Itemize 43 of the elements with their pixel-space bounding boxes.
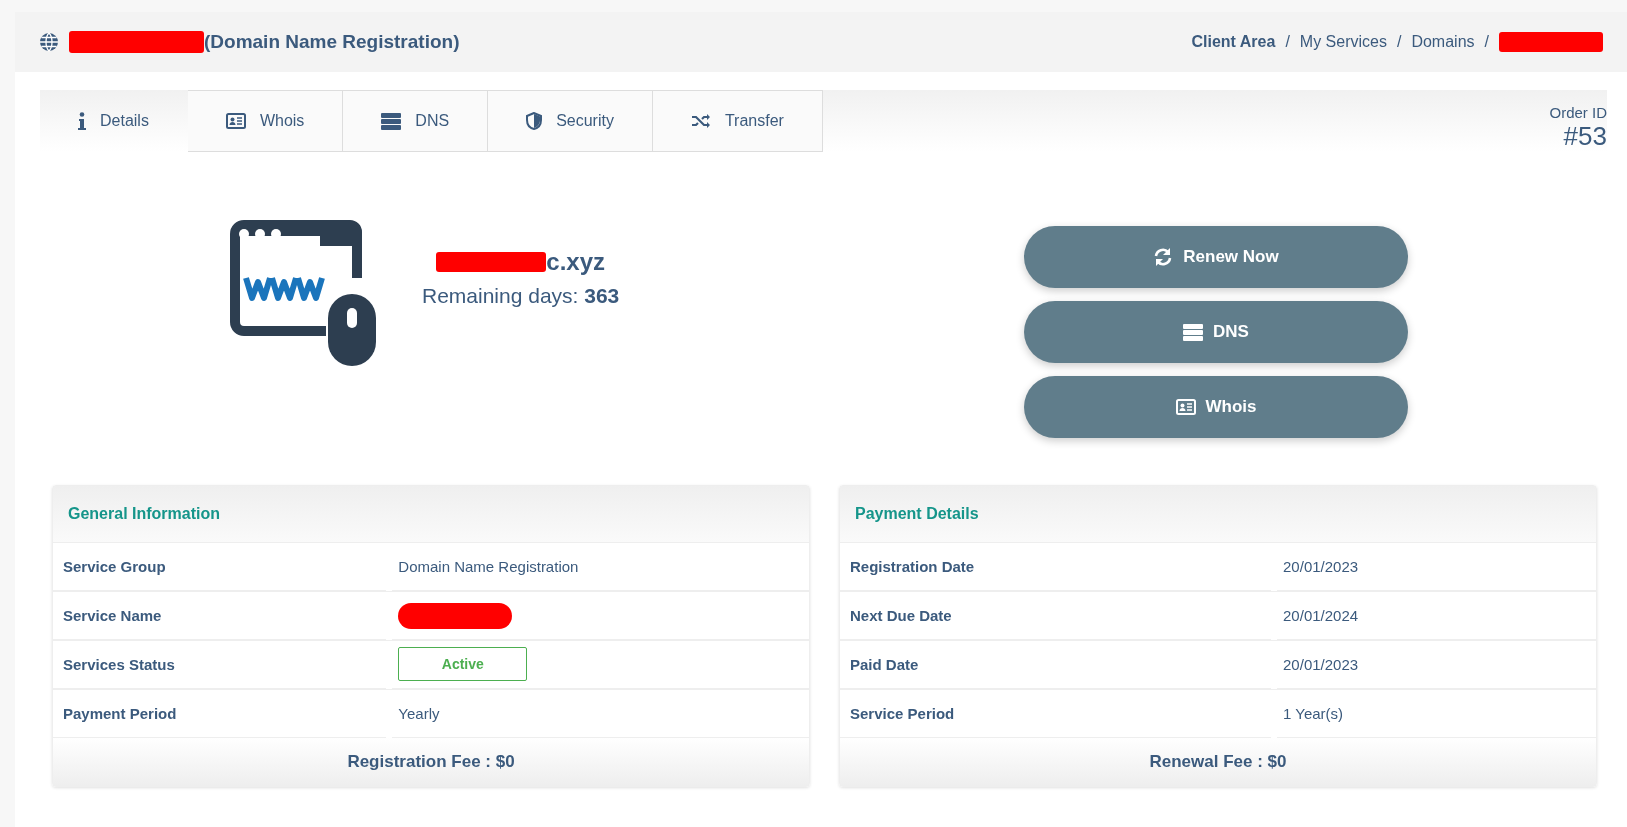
fee-total: Renewal Fee : $0 (840, 738, 1596, 786)
remaining-days: Remaining days: 363 (422, 284, 620, 308)
tab[interactable]: DNS (343, 90, 489, 152)
field-value: Domain Name Registration (392, 543, 809, 591)
page-title: (Domain Name Registration) (204, 31, 460, 53)
field-label: Service Name (53, 592, 387, 640)
server-icon (1183, 323, 1204, 341)
field-label: Registration Date (840, 543, 1272, 591)
order-id-value: #53 (1562, 121, 1607, 152)
breadcrumb-link[interactable]: My Services (1299, 33, 1387, 51)
breadcrumb-link[interactable]: Domains (1411, 33, 1475, 51)
tab[interactable]: Security (488, 90, 653, 152)
field-label: Paid Date (840, 641, 1272, 689)
field-value: 20/01/2023 (1277, 543, 1596, 591)
tab[interactable]: Transfer (652, 90, 823, 152)
breadcrumb-separator: / (1396, 33, 1402, 51)
domain-name: c.xyz (546, 248, 605, 276)
globe-icon (39, 32, 59, 52)
shield-icon (526, 112, 543, 130)
shuffle-icon (690, 113, 711, 129)
breadcrumb-separator: / (1484, 33, 1489, 51)
id-card-icon (225, 113, 246, 129)
status-badge: Active (398, 646, 528, 681)
field-value: 20/01/2024 (1277, 592, 1596, 640)
panel-title: General Information (53, 486, 809, 542)
breadcrumb-separator: / (1285, 33, 1290, 51)
field-label: Next Due Date (840, 592, 1272, 640)
panel-title: Payment Details (840, 486, 1596, 542)
tab[interactable]: Details (40, 90, 188, 152)
refresh-icon (1153, 247, 1174, 267)
field-label: Service Group (53, 543, 387, 591)
field-label: Services Status (53, 641, 387, 689)
fee-total: Registration Fee : $0 (53, 738, 809, 786)
id-card-icon (1175, 399, 1196, 415)
order-id-label: Order ID (1549, 104, 1607, 121)
action-button[interactable]: DNS (1024, 301, 1408, 363)
tab[interactable]: Whois (187, 90, 344, 152)
info-icon (78, 112, 86, 130)
action-button[interactable]: Renew Now (1024, 226, 1408, 288)
action-button[interactable]: Whois (1024, 376, 1408, 438)
server-icon (381, 112, 402, 130)
breadcrumb-link[interactable]: Client Area (1191, 33, 1276, 51)
field-value: 20/01/2023 (1277, 641, 1596, 689)
